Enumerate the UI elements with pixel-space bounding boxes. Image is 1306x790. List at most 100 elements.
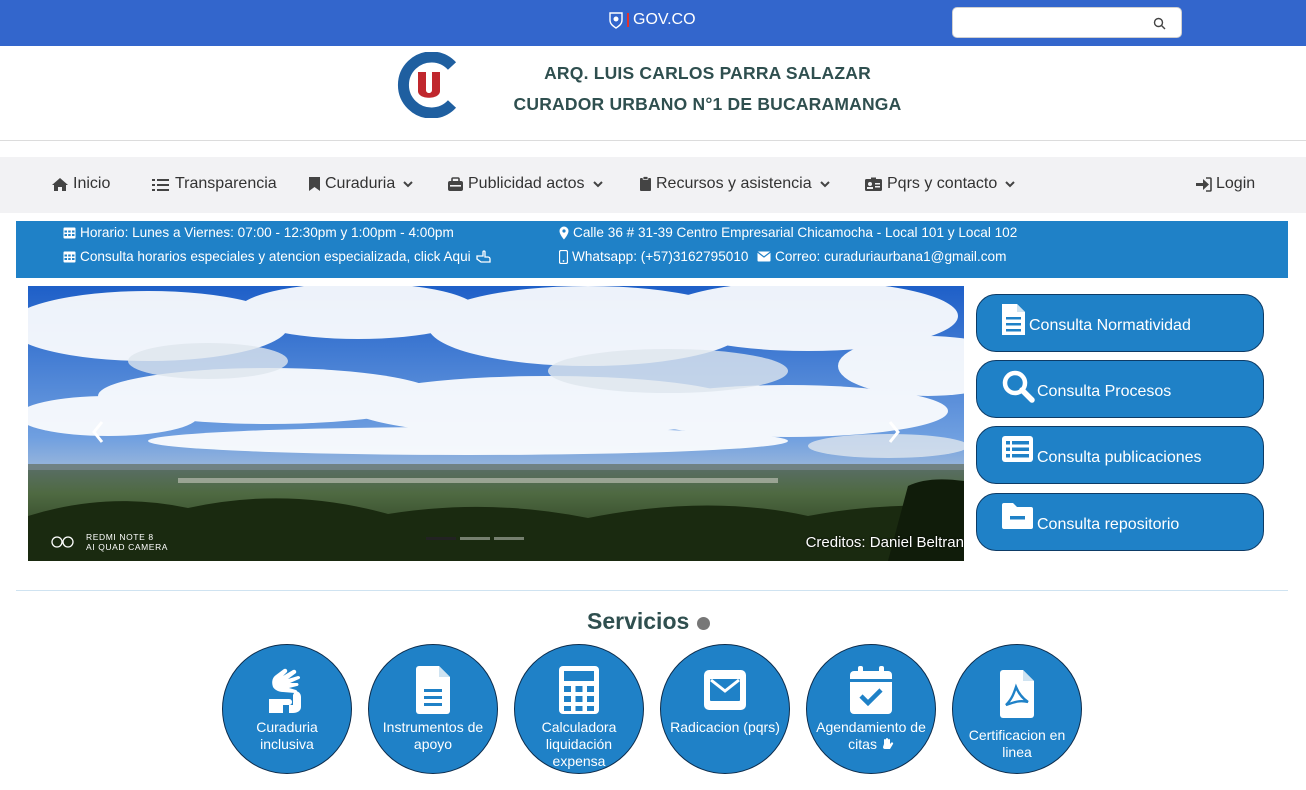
whatsapp-info[interactable]: Whatsapp: (+57)3162795010 [559, 249, 748, 264]
carousel-indicator[interactable] [460, 537, 490, 540]
calendar-icon [63, 227, 76, 239]
camera-line1: REDMI NOTE 8 [86, 532, 154, 542]
service-label: Certificacion en linea [968, 727, 1066, 760]
service-certificacion-linea[interactable]: Certificacion en linea [952, 644, 1082, 774]
nav-item-pqrs-contacto[interactable]: Pqrs y contacto [864, 175, 1015, 193]
main-navbar: Inicio Transparencia Curaduria Publicida… [0, 157, 1306, 213]
gov-search-box [952, 7, 1182, 38]
calculator-icon [559, 666, 599, 714]
carousel-next-arrow[interactable] [882, 416, 906, 448]
whatsapp-text: Whatsapp: (+57)3162795010 [572, 249, 749, 264]
gov-flag-bar [627, 13, 629, 27]
nav-label: Publicidad actos [468, 175, 585, 192]
chevron-down-icon [403, 180, 413, 187]
service-label-text: Agendamiento de citas [816, 719, 926, 752]
nav-login[interactable]: Login [1195, 175, 1255, 193]
service-label: Radicacion (pqrs) [670, 719, 780, 735]
colombia-shield-icon [609, 12, 623, 29]
map-marker-icon [559, 226, 569, 239]
chevron-down-icon [592, 180, 603, 187]
mobile-icon [559, 249, 568, 264]
carousel-indicator[interactable] [494, 537, 524, 540]
nav-label: Pqrs y contacto [887, 175, 998, 192]
nav-item-transparencia[interactable]: Transparencia [151, 175, 277, 193]
sign-in-icon [1196, 176, 1212, 192]
nav-item-curaduria[interactable]: Curaduria [308, 175, 413, 193]
search-icon [1002, 370, 1035, 403]
nav-item-publicidad-actos[interactable]: Publicidad actos [447, 175, 603, 193]
contact-info-bar: Horario: Lunes a Viernes: 07:00 - 12:30p… [16, 221, 1288, 278]
home-icon [52, 177, 68, 191]
consulta-procesos-button[interactable]: Consulta Procesos [976, 360, 1264, 418]
schedule-text: Horario: Lunes a Viernes: 07:00 - 12:30p… [80, 225, 454, 240]
service-agendamiento-citas[interactable]: Agendamiento de citas [806, 644, 936, 774]
toolbox-icon [448, 176, 463, 191]
clipboard-icon [640, 176, 651, 191]
sign-language-icon [269, 668, 301, 713]
consulta-publicaciones-button[interactable]: Consulta publicaciones [976, 426, 1264, 484]
gov-brand-text: GOV.CO [633, 11, 696, 28]
email-info[interactable]: Correo: curaduriaurbana1@gmail.com [757, 249, 1006, 264]
list-icon [152, 178, 169, 191]
services-title: Servicios [587, 608, 690, 634]
side-button-label: Consulta publicaciones [1037, 449, 1202, 466]
carousel-prev-arrow[interactable] [86, 416, 110, 448]
calendar-check-icon [850, 666, 892, 714]
curaduria-logo[interactable] [396, 52, 460, 118]
camera-line2: AI QUAD CAMERA [86, 542, 169, 552]
camera-brand-icon [51, 536, 74, 548]
gov-top-bar: GOV.CO [0, 0, 1306, 46]
bookmark-icon [309, 177, 320, 191]
service-label: Curaduria inclusiva [256, 719, 318, 752]
consulta-normatividad-button[interactable]: Consulta Normatividad [976, 294, 1264, 352]
service-curaduria-inclusiva[interactable]: Curaduria inclusiva [222, 644, 352, 774]
chevron-down-icon [1005, 180, 1015, 187]
id-badge-icon [865, 177, 882, 191]
file-alt-icon [416, 666, 450, 714]
envelope-icon [757, 251, 771, 262]
folder-minus-icon [1002, 503, 1033, 529]
chevron-down-icon [819, 180, 830, 187]
consulta-repositorio-button[interactable]: Consulta repositorio [976, 493, 1264, 551]
service-label: Calculadora liquidación expensa [541, 719, 617, 769]
side-button-label: Consulta repositorio [1037, 516, 1180, 533]
service-instrumentos-apoyo[interactable]: Instrumentos de apoyo [368, 644, 498, 774]
carousel-indicator[interactable] [426, 537, 456, 540]
special-schedule-text: Consulta horarios especiales y atencion … [80, 249, 471, 264]
side-button-label: Consulta Procesos [1037, 383, 1172, 400]
service-label: Agendamiento de citas [815, 719, 927, 753]
calendar-icon [63, 251, 76, 263]
list-alt-icon [1002, 436, 1033, 462]
carousel-indicators [426, 537, 524, 540]
site-title-line2: CURADOR URBANO N°1 DE BUCARAMANGA [513, 94, 902, 114]
nav-label: Curaduria [325, 175, 396, 192]
site-title-line1: ARQ. LUIS CARLOS PARRA SALAZAR [544, 63, 871, 83]
address-text: Calle 36 # 31-39 Centro Empresarial Chic… [573, 225, 1018, 240]
nav-label: Recursos y asistencia [656, 175, 812, 192]
envelope-icon [704, 670, 746, 710]
file-pdf-icon [1000, 670, 1034, 718]
info-dot-icon[interactable] [697, 617, 710, 630]
nav-label: Inicio [73, 175, 111, 192]
photo-credit: Creditos: Daniel Beltran [805, 534, 964, 551]
hand-pointer-icon [476, 250, 491, 263]
nav-label: Transparencia [175, 175, 277, 192]
service-label: Instrumentos de apoyo [382, 719, 484, 752]
hero-carousel[interactable]: REDMI NOTE 8 AI QUAD CAMERA Creditos: Da… [28, 286, 964, 561]
login-label: Login [1216, 175, 1256, 192]
landscape-photo [28, 286, 964, 561]
file-text-icon [1002, 304, 1025, 335]
search-icon[interactable] [1152, 16, 1168, 32]
site-header: ARQ. LUIS CARLOS PARRA SALAZAR CURADOR U… [0, 46, 1306, 141]
nav-item-recursos-asistencia[interactable]: Recursos y asistencia [639, 175, 830, 193]
schedule-info: Horario: Lunes a Viernes: 07:00 - 12:30p… [63, 225, 454, 240]
special-schedule-link[interactable]: Consulta horarios especiales y atencion … [63, 249, 495, 264]
nav-item-inicio[interactable]: Inicio [51, 175, 110, 193]
hand-icon [882, 738, 893, 749]
section-divider [16, 590, 1288, 591]
gov-search-input[interactable] [957, 11, 1137, 35]
gov-co-logo[interactable]: GOV.CO [608, 11, 696, 29]
address-info: Calle 36 # 31-39 Centro Empresarial Chic… [559, 225, 1017, 240]
service-calculadora-liquidacion[interactable]: Calculadora liquidación expensa [514, 644, 644, 774]
service-radicacion-pqrs[interactable]: Radicacion (pqrs) [660, 644, 790, 774]
